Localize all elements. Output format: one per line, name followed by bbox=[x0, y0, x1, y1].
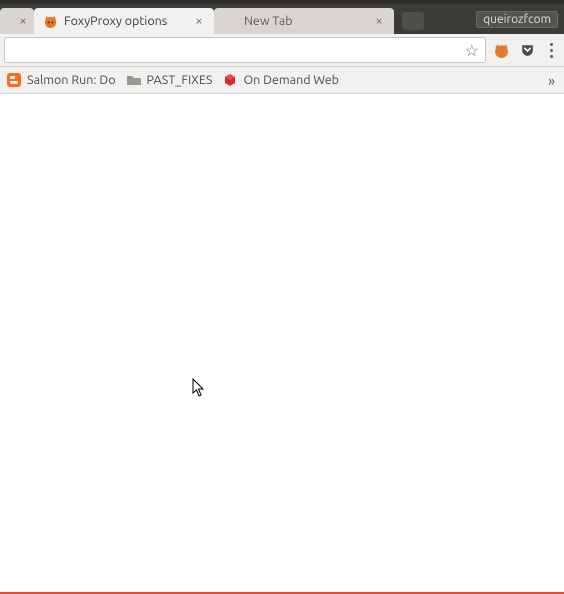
toolbar: ☆ bbox=[0, 34, 564, 67]
blogger-icon bbox=[6, 72, 22, 88]
page-content bbox=[0, 94, 564, 592]
bookmark-star-icon[interactable]: ☆ bbox=[465, 41, 479, 60]
bookmark-past-fixes[interactable]: PAST_FIXES bbox=[126, 72, 213, 88]
system-indicator[interactable]: queirozfcom bbox=[476, 11, 558, 28]
new-tab-button[interactable] bbox=[402, 12, 424, 30]
bookmark-label: PAST_FIXES bbox=[147, 73, 213, 87]
tab-title: New Tab bbox=[244, 14, 368, 28]
tab-partial[interactable]: × bbox=[0, 8, 34, 34]
address-bar[interactable]: ☆ bbox=[4, 37, 486, 63]
chrome-menu-button[interactable] bbox=[542, 39, 560, 62]
bookmark-salmon-run[interactable]: Salmon Run: Do bbox=[6, 72, 116, 88]
tab-newtab[interactable]: New Tab × bbox=[214, 8, 394, 34]
bookmark-on-demand[interactable]: On Demand Web bbox=[222, 72, 339, 88]
foxyproxy-icon bbox=[42, 13, 58, 29]
tab-title: FoxyProxy options bbox=[64, 14, 188, 28]
tab-strip: × FoxyProxy options × New Tab × queirozf… bbox=[0, 4, 564, 34]
bookmarks-bar: Salmon Run: Do PAST_FIXES On Demand Web … bbox=[0, 67, 564, 94]
chevron-double-right-icon: » bbox=[548, 72, 554, 89]
close-icon[interactable]: × bbox=[16, 14, 30, 28]
red-app-icon bbox=[222, 72, 238, 88]
tab-foxyproxy[interactable]: FoxyProxy options × bbox=[34, 8, 214, 34]
system-indicator-label: queirozfcom bbox=[483, 13, 551, 26]
bookmarks-overflow-button[interactable]: » bbox=[544, 72, 558, 89]
close-icon[interactable]: × bbox=[192, 14, 206, 28]
folder-icon bbox=[126, 72, 142, 88]
close-icon[interactable]: × bbox=[372, 14, 386, 28]
blank-favicon-icon bbox=[222, 13, 238, 29]
foxyproxy-extension-icon[interactable] bbox=[490, 39, 512, 61]
bookmark-label: On Demand Web bbox=[243, 73, 339, 87]
pocket-extension-icon[interactable] bbox=[516, 39, 538, 61]
bookmark-label: Salmon Run: Do bbox=[27, 73, 116, 87]
